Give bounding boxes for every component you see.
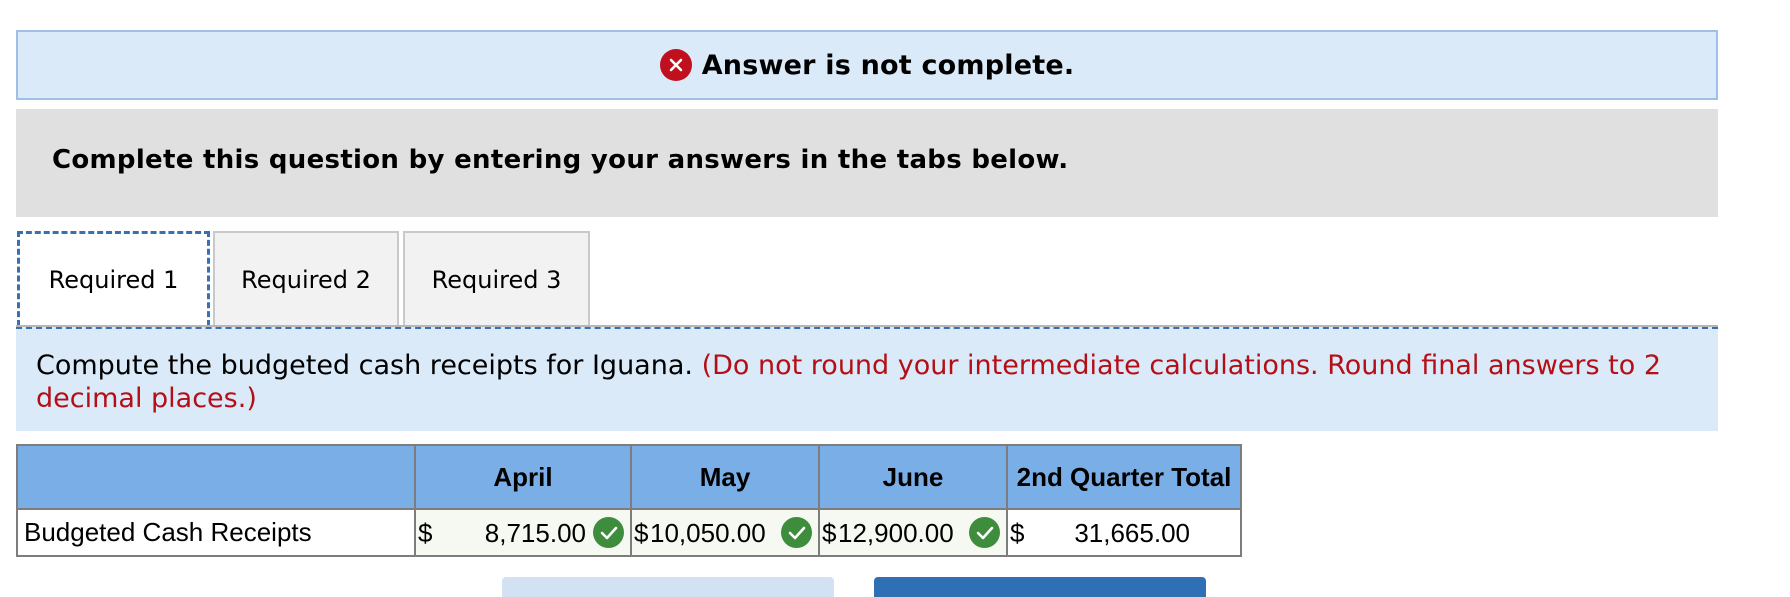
instructions-panel: Complete this question by entering your … xyxy=(16,109,1718,217)
tab-required-3[interactable]: Required 3 xyxy=(403,231,590,326)
tab-label: Required 1 xyxy=(48,266,179,294)
prompt-text: Compute the budgeted cash receipts for I… xyxy=(36,350,693,381)
check-circle-icon xyxy=(969,517,1000,548)
table-row: Budgeted Cash Receipts $ 8,715.00 $ 10,0… xyxy=(16,508,1242,557)
previous-button[interactable] xyxy=(502,577,834,597)
tab-required-1[interactable]: Required 1 xyxy=(17,231,210,326)
april-amount[interactable]: 8,715.00 xyxy=(485,518,586,549)
question-prompt: Compute the budgeted cash receipts for I… xyxy=(16,327,1718,431)
status-title: Answer is not complete. xyxy=(701,49,1075,81)
check-circle-icon xyxy=(781,517,812,548)
row-label: Budgeted Cash Receipts xyxy=(16,508,416,557)
april-input-cell[interactable]: $ 8,715.00 xyxy=(414,508,632,557)
header-may: May xyxy=(630,444,820,510)
currency-symbol: $ xyxy=(822,518,837,548)
x-circle-icon xyxy=(659,49,692,81)
may-input-cell[interactable]: $ 10,050.00 xyxy=(630,508,820,557)
header-june: June xyxy=(818,444,1008,510)
check-circle-icon xyxy=(593,517,624,548)
header-blank xyxy=(16,444,416,510)
header-quarter-total: 2nd Quarter Total xyxy=(1006,444,1242,510)
instructions-text: Complete this question by entering your … xyxy=(52,145,1069,175)
currency-symbol: $ xyxy=(418,518,433,548)
tab-label: Required 3 xyxy=(431,265,562,294)
june-amount[interactable]: 12,900.00 xyxy=(838,518,964,549)
currency-symbol: $ xyxy=(1010,518,1025,548)
table-header-row: April May June 2nd Quarter Total xyxy=(16,444,1242,510)
currency-symbol: $ xyxy=(634,518,649,548)
quarter-total-amount: 31,665.00 xyxy=(1074,518,1190,548)
budget-table: April May June 2nd Quarter Total Budgete… xyxy=(16,444,1242,557)
tab-required-2[interactable]: Required 2 xyxy=(213,231,399,326)
tab-label: Required 2 xyxy=(241,265,371,294)
status-banner: Answer is not complete. xyxy=(16,30,1718,100)
june-input-cell[interactable]: $ 12,900.00 xyxy=(818,508,1008,557)
quarter-total-cell: $ 31,665.00 xyxy=(1006,508,1242,557)
next-button[interactable] xyxy=(874,577,1206,597)
may-amount[interactable]: 10,050.00 xyxy=(650,518,776,549)
header-april: April xyxy=(414,444,632,510)
